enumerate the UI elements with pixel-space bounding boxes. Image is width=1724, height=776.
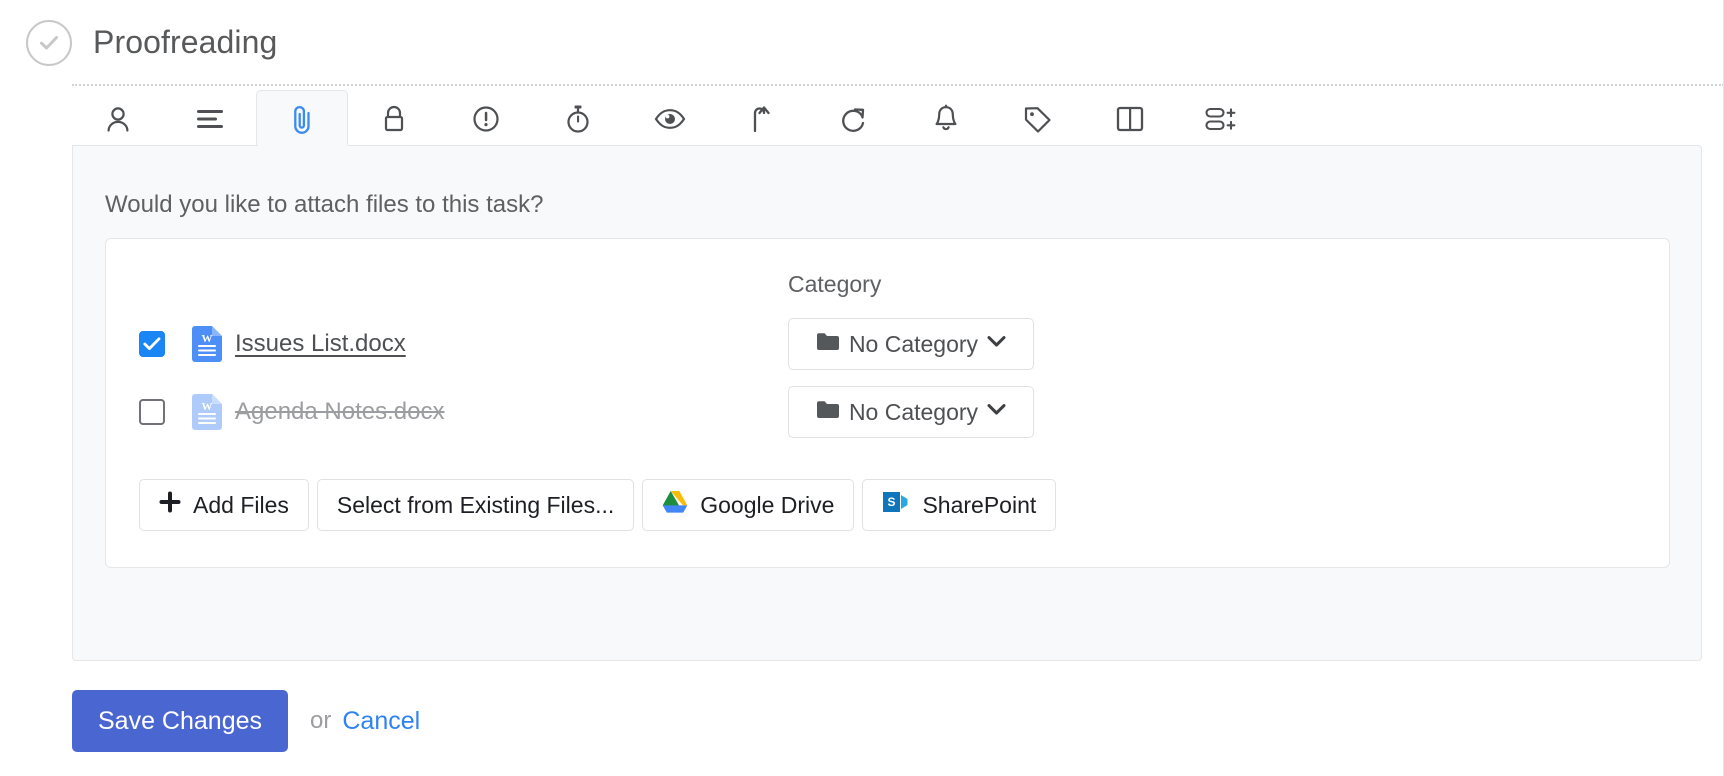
file-name-link[interactable]: Issues List.docx — [235, 330, 406, 358]
task-detail-page: Proofreading Would you like to attach fi… — [0, 0, 1724, 776]
tab-description[interactable] — [164, 90, 256, 146]
sharepoint-icon: S — [882, 490, 910, 520]
add-fields-icon — [1205, 106, 1239, 132]
arrow-up-turn-icon — [750, 104, 774, 134]
sharepoint-label: SharePoint — [922, 491, 1037, 518]
category-column-header: Category — [788, 271, 882, 297]
tab-time[interactable] — [532, 90, 624, 146]
tab-recurring[interactable] — [808, 90, 900, 146]
google-drive-button[interactable]: Google Drive — [642, 479, 855, 531]
header-divider — [72, 84, 1724, 86]
active-tab-notch — [258, 145, 348, 147]
lock-icon — [381, 104, 407, 134]
sharepoint-button[interactable]: S SharePoint — [862, 479, 1057, 531]
chevron-down-icon — [987, 403, 1006, 421]
google-drive-icon — [662, 490, 688, 520]
exclamation-circle-icon — [472, 105, 500, 133]
page-title: Proofreading — [93, 24, 278, 60]
word-document-icon: W — [192, 394, 222, 430]
folder-icon — [816, 332, 840, 356]
tab-watchers[interactable] — [624, 90, 716, 146]
tab-custom-fields[interactable] — [1176, 90, 1268, 146]
files-card: Category W Issues List.docx W Agenda Not… — [105, 238, 1670, 568]
tab-files[interactable] — [256, 90, 348, 146]
save-changes-button[interactable]: Save Changes — [72, 690, 289, 752]
svg-text:S: S — [888, 495, 896, 509]
category-dropdown[interactable]: No Category — [788, 386, 1034, 438]
form-footer: Save Changes or Cancel — [72, 690, 420, 752]
folder-icon — [816, 400, 840, 424]
svg-text:W: W — [202, 401, 213, 413]
attach-files-prompt: Would you like to attach files to this t… — [105, 191, 544, 218]
or-label: or — [310, 707, 332, 734]
tab-permissions[interactable] — [348, 90, 440, 146]
lines-icon — [195, 108, 225, 130]
cancel-link[interactable]: Cancel — [342, 707, 420, 736]
tag-icon — [1023, 105, 1053, 133]
file-checkbox[interactable] — [139, 331, 165, 357]
tab-columns[interactable] — [1084, 90, 1176, 146]
tab-priority[interactable] — [440, 90, 532, 146]
check-circle-icon[interactable] — [26, 19, 72, 66]
columns-icon — [1116, 106, 1144, 132]
word-document-icon: W — [192, 326, 222, 362]
plus-icon — [159, 491, 181, 519]
tab-tags[interactable] — [992, 90, 1084, 146]
category-dropdown[interactable]: No Category — [788, 318, 1034, 370]
stopwatch-icon — [565, 104, 591, 134]
person-icon — [105, 105, 131, 133]
tab-dependency[interactable] — [716, 90, 808, 146]
task-header: Proofreading — [0, 0, 1724, 85]
google-drive-label: Google Drive — [700, 491, 835, 518]
file-name-label: Agenda Notes.docx — [235, 398, 445, 425]
select-existing-files-button[interactable]: Select from Existing Files... — [316, 479, 635, 531]
select-existing-files-label: Select from Existing Files... — [336, 491, 615, 518]
task-tabs — [72, 90, 1702, 146]
category-value: No Category — [848, 398, 979, 425]
redo-icon — [840, 105, 868, 133]
tab-reminders[interactable] — [900, 90, 992, 146]
bell-icon — [933, 104, 959, 134]
chevron-down-icon — [987, 335, 1006, 353]
files-tab-panel: Would you like to attach files to this t… — [72, 145, 1702, 661]
category-value: No Category — [848, 330, 979, 357]
add-files-button[interactable]: Add Files — [139, 479, 309, 531]
eye-icon — [654, 108, 686, 130]
paperclip-icon — [289, 104, 315, 134]
svg-text:W: W — [202, 333, 213, 345]
file-source-buttons: Add Files Select from Existing Files... … — [139, 479, 1057, 531]
file-checkbox[interactable] — [139, 399, 165, 425]
add-files-label: Add Files — [193, 491, 289, 518]
tab-people[interactable] — [72, 90, 164, 146]
